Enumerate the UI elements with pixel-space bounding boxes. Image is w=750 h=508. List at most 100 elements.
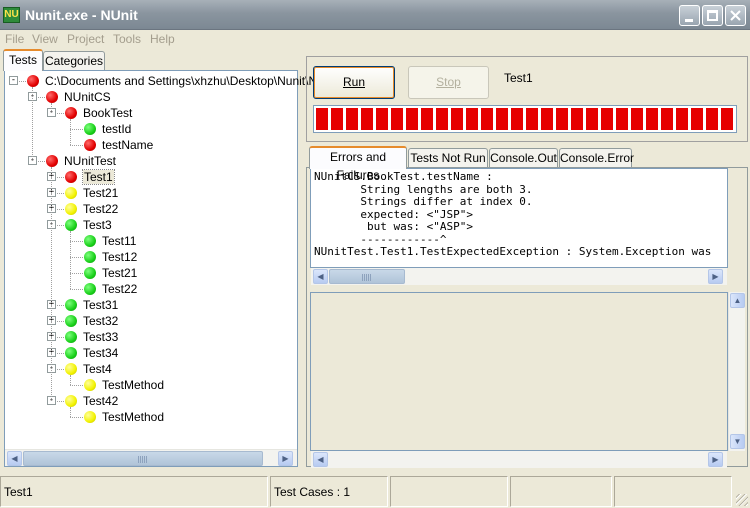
tree-node-label: TestMethod [102,378,165,392]
tab-console-error[interactable]: Console.Error [559,148,634,168]
tree-horizontal-scrollbar[interactable]: ◀ ▶ [5,449,297,466]
tree-node-label: Test1 [82,169,115,185]
collapse-icon[interactable]: - [9,76,18,85]
tree-node[interactable]: + Test31 [5,297,297,313]
tree-node-label: Test22 [102,282,138,296]
stack-scroll-left-button[interactable]: ◀ [313,452,328,467]
tree-connector [70,417,85,418]
progress-segment [526,108,538,130]
menu-project[interactable]: Project [67,32,104,46]
tree-node-label: Test32 [83,314,119,328]
yellow-status-icon [65,395,77,407]
tree-node[interactable]: + Test32 [5,313,297,329]
status-bar: Test1 Test Cases : 1 [0,474,750,508]
tree-node[interactable]: TestMethod [5,409,297,425]
errors-hscroll-bar[interactable]: ◀ ▶ [311,268,727,285]
tree-node[interactable]: - BookTest [5,105,297,121]
tree-node[interactable]: - NUnitTest [5,153,297,169]
tree-node[interactable]: testName [5,137,297,153]
tree-connector [70,129,85,130]
stop-button-label: Stop [436,75,461,89]
tree-node[interactable]: testId [5,121,297,137]
progress-segment [676,108,688,130]
tree-node[interactable]: Test22 [5,281,297,297]
resize-grip-icon[interactable] [736,494,748,506]
tree-node-label: Test4 [83,362,112,376]
errors-scroll-left-button[interactable]: ◀ [313,269,328,284]
tree-connector [70,289,85,290]
test-tree[interactable]: - C:\Documents and Settings\xhzhu\Desktop… [4,70,317,467]
stop-button[interactable]: Stop [408,66,489,99]
stack-vertical-scrollbar[interactable]: ▲ ▼ [728,292,745,451]
stack-scroll-right-button[interactable]: ▶ [708,452,723,467]
progress-segment [316,108,328,130]
tree-node[interactable]: - NUnitCS [5,89,297,105]
window-title: Nunit.exe - NUnit [25,7,138,23]
stack-horizontal-scrollbar[interactable]: ◀ ▶ [311,451,727,468]
tree-node[interactable]: + Test34 [5,345,297,361]
tree-node[interactable]: + Test33 [5,329,297,345]
tab-tests[interactable]: Tests [3,49,43,71]
status-panel-3 [390,476,508,507]
progress-segment [646,108,658,130]
menu-tools[interactable]: Tools [113,32,141,46]
tree-node-label: Test12 [102,250,138,264]
tree-node-label: Test21 [83,186,119,200]
minimize-button[interactable] [679,5,700,26]
progress-segment [436,108,448,130]
green-status-icon [65,219,77,231]
menu-view[interactable]: View [32,32,58,46]
tab-tests-not-run[interactable]: Tests Not Run [408,148,488,168]
stack-trace-panel[interactable] [310,292,728,451]
green-status-icon [84,283,96,295]
tree-node[interactable]: Test11 [5,233,297,249]
tree-node-label: TestMethod [102,410,165,424]
green-status-icon [84,235,96,247]
close-icon [730,10,741,21]
tree-node[interactable]: TestMethod [5,377,297,393]
close-button[interactable] [725,5,746,26]
tree-node[interactable]: Test21 [5,265,297,281]
menu-file[interactable]: File [5,32,24,46]
menu-help[interactable]: Help [150,32,175,46]
scroll-up-button[interactable]: ▲ [730,293,745,308]
tree-node[interactable]: + Test21 [5,185,297,201]
tree-node-label: testName [102,138,154,152]
tree-connector [70,375,71,385]
tree-node-label: NUnitCS [64,90,111,104]
tab-errors-and-failures[interactable]: Errors and Failures [309,146,407,182]
progress-segment [511,108,523,130]
green-status-icon [84,267,96,279]
tree-node[interactable]: - Test3 [5,217,297,233]
maximize-button[interactable] [702,5,723,26]
scroll-right-button[interactable]: ▶ [278,451,293,466]
current-test-name: Test1 [504,71,533,85]
tree-node[interactable]: - Test4 [5,361,297,377]
scroll-left-button[interactable]: ◀ [7,451,22,466]
tree-node[interactable]: - C:\Documents and Settings\xhzhu\Desktop… [5,73,317,89]
tree-scroll-thumb[interactable] [23,451,263,466]
progress-segment [541,108,553,130]
red-status-icon [84,139,96,151]
green-status-icon [84,123,96,135]
title-bar[interactable]: NU Nunit.exe - NUnit [0,0,750,30]
errors-scroll-thumb[interactable] [329,269,405,284]
red-status-icon [46,155,58,167]
tree-node-label: C:\Documents and Settings\xhzhu\Desktop\… [45,74,318,88]
errors-scroll-right-button[interactable]: ▶ [708,269,723,284]
tree-node[interactable]: + Test22 [5,201,297,217]
grip-icon [362,274,372,281]
tab-console-out[interactable]: Console.Out [489,148,558,168]
tree-node[interactable]: - Test42 [5,393,297,409]
tree-node[interactable]: Test12 [5,249,297,265]
progress-segment [361,108,373,130]
tree-node-label: Test21 [102,266,138,280]
run-button[interactable]: Run [313,66,395,99]
tree-node[interactable]: + Test1 [5,169,297,185]
progress-segment [571,108,583,130]
tab-categories[interactable]: Categories [43,51,105,71]
yellow-status-icon [65,203,77,215]
yellow-status-icon [84,379,96,391]
scroll-down-button[interactable]: ▼ [730,434,745,449]
tree-node-label: NUnitTest [64,154,117,168]
